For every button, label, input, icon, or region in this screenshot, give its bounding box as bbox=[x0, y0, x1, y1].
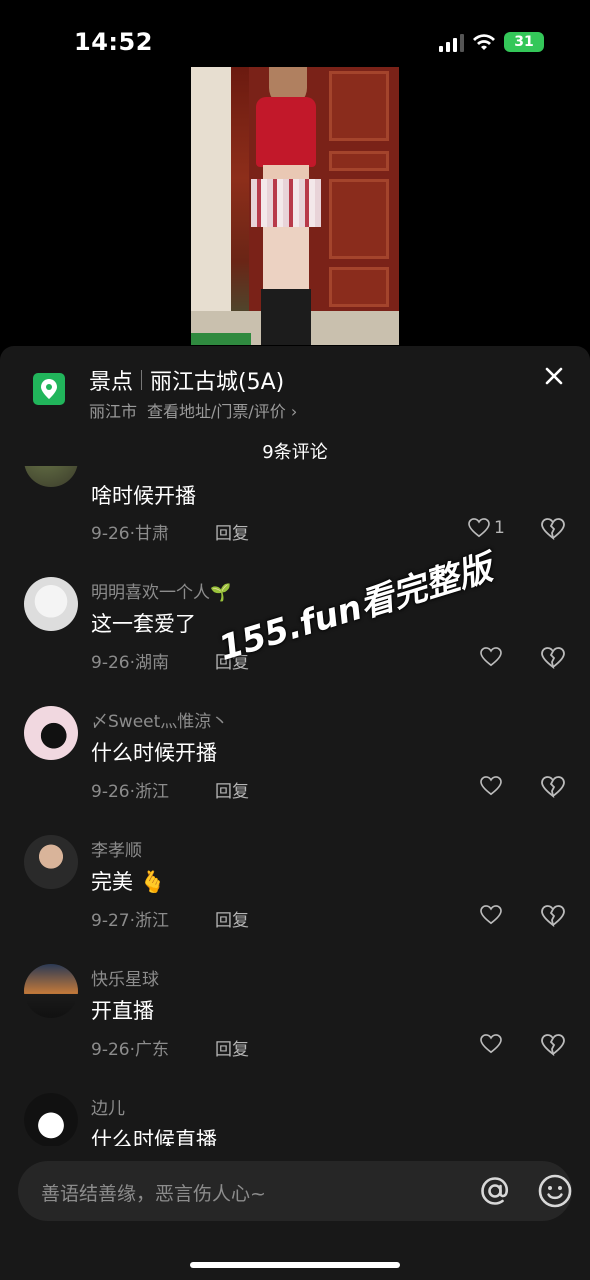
reply-button[interactable]: 回复 bbox=[215, 1035, 249, 1060]
comment-count: 9条评论 bbox=[262, 442, 328, 463]
poi-title: 景点 丽江古城(5A) bbox=[89, 364, 284, 396]
comment-username[interactable]: 〆Sweet灬惟涼丶 bbox=[91, 707, 228, 732]
comment-text: 完美 🫰 bbox=[91, 870, 166, 894]
comment-region: 浙江 bbox=[135, 911, 169, 931]
comment-meta: 9-27·浙江 bbox=[91, 906, 169, 931]
comment-date: 9-26 bbox=[91, 653, 130, 673]
heart-icon bbox=[480, 905, 502, 925]
comment-item: 啥时候开播 9-26·甘肃 回复 1 bbox=[0, 466, 590, 567]
like-count: 1 bbox=[494, 518, 505, 538]
comment-username[interactable]: 明明喜欢一个人🌱 bbox=[91, 578, 231, 603]
emoji-icon[interactable] bbox=[537, 1173, 573, 1209]
comment-text: 什么时候开播 bbox=[91, 741, 217, 765]
cellular-signal-icon bbox=[439, 32, 464, 52]
heart-icon bbox=[480, 1034, 502, 1054]
poi-details-link[interactable]: 查看地址/门票/评价 › bbox=[147, 402, 297, 421]
dislike-button[interactable] bbox=[541, 518, 565, 544]
reply-button[interactable]: 回复 bbox=[215, 906, 249, 931]
like-button[interactable] bbox=[480, 905, 502, 925]
broken-heart-icon bbox=[541, 1034, 565, 1057]
like-button[interactable]: 1 bbox=[468, 518, 505, 538]
close-icon[interactable] bbox=[542, 364, 566, 388]
comment-meta: 9-26·广东 bbox=[91, 1035, 169, 1060]
reply-button[interactable]: 回复 bbox=[215, 777, 249, 802]
poi-card[interactable]: 景点 丽江古城(5A) 丽江市 查看地址/门票/评价 › bbox=[0, 346, 590, 436]
avatar[interactable] bbox=[24, 706, 78, 760]
status-bar: 14:52 31 bbox=[0, 0, 590, 70]
comment-meta: 9-26·浙江 bbox=[91, 777, 169, 802]
comment-text: 啥时候开播 bbox=[91, 484, 196, 508]
comment-text: 什么时候直播 bbox=[91, 1128, 217, 1146]
poi-name: 丽江古城(5A) bbox=[150, 370, 285, 395]
comment-region: 甘肃 bbox=[135, 524, 169, 544]
like-button[interactable] bbox=[480, 1034, 502, 1054]
dislike-button[interactable] bbox=[541, 905, 565, 931]
battery-indicator: 31 bbox=[504, 32, 544, 52]
comment-region: 广东 bbox=[135, 1040, 169, 1060]
comment-date: 9-26 bbox=[91, 782, 130, 802]
like-button[interactable] bbox=[480, 647, 502, 667]
broken-heart-icon bbox=[541, 905, 565, 928]
dislike-button[interactable] bbox=[541, 647, 565, 673]
poi-subtitle: 丽江市 查看地址/门票/评价 › bbox=[89, 398, 297, 422]
comment-item: 〆Sweet灬惟涼丶 什么时候开播 9-26·浙江 回复 bbox=[0, 696, 590, 825]
avatar[interactable] bbox=[24, 964, 78, 1018]
avatar[interactable] bbox=[24, 577, 78, 631]
dislike-button[interactable] bbox=[541, 776, 565, 802]
comment-date: 9-26 bbox=[91, 524, 130, 544]
heart-icon bbox=[468, 518, 490, 538]
like-button[interactable] bbox=[480, 776, 502, 796]
video-wall bbox=[191, 67, 231, 312]
status-icons: 31 bbox=[439, 32, 544, 52]
comment-item: 快乐星球 开直播 9-26·广东 回复 bbox=[0, 954, 590, 1083]
comment-username[interactable]: 边儿 bbox=[91, 1094, 125, 1119]
comment-input-placeholder: 善语结善缘，恶言伤人心~ bbox=[41, 1183, 266, 1205]
comment-text: 这一套爱了 bbox=[91, 612, 196, 636]
broken-heart-icon bbox=[541, 776, 565, 799]
comment-list: 啥时候开播 9-26·甘肃 回复 1 明明喜欢一个人🌱 这一套爱了 9-26·湖… bbox=[0, 466, 590, 1146]
comment-item: 李孝顺 完美 🫰 9-27·浙江 回复 bbox=[0, 825, 590, 954]
avatar[interactable] bbox=[24, 1093, 78, 1146]
comment-username[interactable]: 快乐星球 bbox=[91, 965, 159, 990]
broken-heart-icon bbox=[541, 518, 565, 541]
home-indicator[interactable] bbox=[190, 1262, 400, 1268]
at-mention-icon[interactable] bbox=[477, 1173, 513, 1209]
poi-divider bbox=[141, 370, 143, 390]
poi-city: 丽江市 bbox=[89, 402, 138, 421]
comment-region: 浙江 bbox=[135, 782, 169, 802]
poi-category: 景点 bbox=[89, 370, 134, 395]
comment-meta: 9-26·甘肃 bbox=[91, 519, 169, 544]
comment-sheet: 景点 丽江古城(5A) 丽江市 查看地址/门票/评价 › 9条评论 啥时候开播 9… bbox=[0, 346, 590, 1280]
comment-text: 开直播 bbox=[91, 999, 154, 1023]
wifi-icon bbox=[472, 32, 496, 52]
reply-button[interactable]: 回复 bbox=[215, 519, 249, 544]
broken-heart-icon bbox=[541, 647, 565, 670]
video-thumbnail[interactable] bbox=[191, 67, 399, 345]
comment-input[interactable]: 善语结善缘，恶言伤人心~ bbox=[18, 1161, 572, 1221]
comment-meta: 9-26·湖南 bbox=[91, 648, 169, 673]
comment-date: 9-27 bbox=[91, 911, 130, 931]
heart-icon bbox=[480, 776, 502, 796]
comment-username[interactable]: 李孝顺 bbox=[91, 836, 142, 861]
avatar[interactable] bbox=[24, 466, 78, 487]
comment-date: 9-26 bbox=[91, 1040, 130, 1060]
heart-icon bbox=[480, 647, 502, 667]
comment-region: 湖南 bbox=[135, 653, 169, 673]
status-time: 14:52 bbox=[74, 28, 153, 56]
location-pin-icon bbox=[33, 373, 65, 405]
avatar[interactable] bbox=[24, 835, 78, 889]
comment-item: 边儿 什么时候直播 bbox=[0, 1083, 590, 1146]
dislike-button[interactable] bbox=[541, 1034, 565, 1060]
